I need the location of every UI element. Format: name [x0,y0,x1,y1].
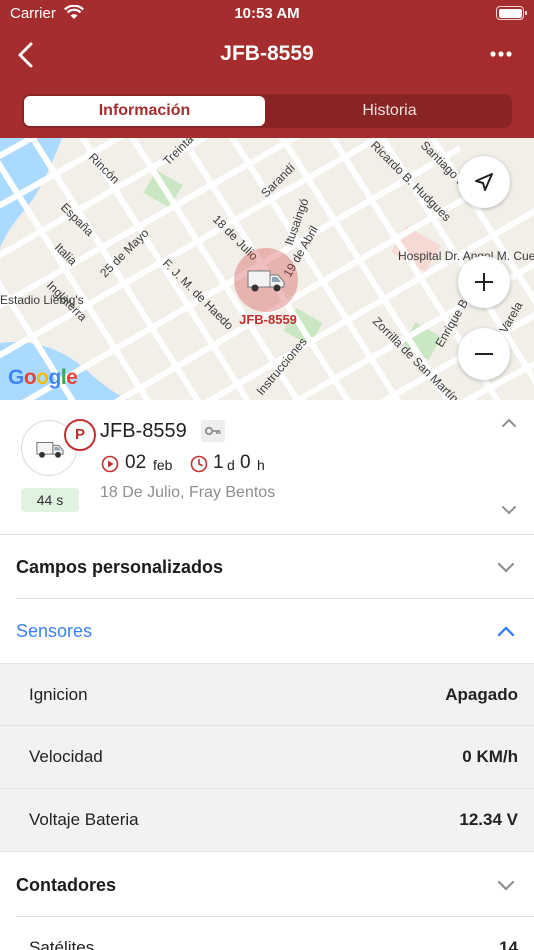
sensor-name: Voltaje Bateria [29,810,139,829]
counter-value: 14 [499,938,518,950]
map-view[interactable]: Rincón 25 de Mayo 18 de Julio Treinta Sa… [0,138,534,400]
page-title: JFB-8559 [220,42,314,65]
duration-days: 1 [213,452,224,473]
street-label-rincon-1: Rincón [86,150,122,186]
play-circle-icon [101,455,119,473]
duration-hours-unit: h [257,457,265,473]
more-options-icon[interactable] [486,44,516,64]
sensor-name: Velocidad [29,747,103,766]
sensor-row-battery-voltage: Voltaje Bateria 12.34 V [0,789,534,852]
map-poi-hospital: Hospital Dr. Angel M. Cuervo [398,249,534,263]
chevron-down-icon [497,880,515,891]
last-update-badge: 44 s [21,488,79,512]
chevron-down-icon [497,562,515,573]
sensor-row-ignition: Ignicion Apagado [0,663,534,726]
sensor-row-speed: Velocidad 0 KM/h [0,726,534,789]
sensor-value: 0 KM/h [462,747,518,766]
sensor-name: Ignicion [29,685,88,704]
van-icon [247,270,285,292]
plus-icon [475,273,493,291]
vehicle-address: 18 De Julio, Fray Bentos [100,484,276,501]
chevron-up-icon[interactable] [500,416,518,430]
app-header: Carrier 10:53 AM JFB-8559 Información Hi… [0,0,534,138]
counters-title: Contadores [16,875,117,895]
minus-icon [475,353,493,355]
van-icon [36,441,64,458]
tab-informacion[interactable]: Información [24,96,265,126]
sensor-value: 12.34 V [459,810,518,829]
stop-date-day: 02 [125,452,147,473]
status-bar: Carrier 10:53 AM [0,0,534,28]
duration-days-unit: d [227,457,235,473]
stop-date-month: feb [153,457,173,473]
navigation-arrow-icon [475,173,493,191]
vehicle-map-marker[interactable] [234,248,298,312]
key-icon [201,420,225,442]
counter-row-satellites: Satélites 14 [0,917,534,950]
custom-fields-title: Campos personalizados [16,557,224,577]
vehicle-name: JFB-8559 [100,420,187,442]
zoom-in-button[interactable] [458,256,510,308]
map-poi-estadio: Estadio Liebig's [0,293,84,307]
google-logo: Google [8,366,78,389]
counter-name: Satélites [29,938,95,950]
tab-historia[interactable]: Historia [269,96,510,126]
street-label-varela: Varela [496,299,525,336]
clock-icon [190,455,208,473]
clock-label: 10:53 AM [234,5,300,22]
parked-status-badge: P [64,419,96,451]
battery-icon [496,6,527,20]
section-counters[interactable]: Contadores [0,853,534,917]
zoom-out-button[interactable] [458,328,510,380]
chevron-down-icon[interactable] [500,503,518,517]
section-sensors[interactable]: Sensores [0,599,534,663]
map-marker-label: JFB-8559 [239,312,297,327]
chevron-up-icon [497,626,515,637]
sensor-value: Apagado [445,685,518,704]
duration-hours: 0 [240,452,251,473]
my-location-button[interactable] [458,156,510,208]
sensors-title: Sensores [16,621,93,641]
section-custom-fields[interactable]: Campos personalizados [0,535,534,599]
tab-switcher: Información Historia [22,94,512,128]
